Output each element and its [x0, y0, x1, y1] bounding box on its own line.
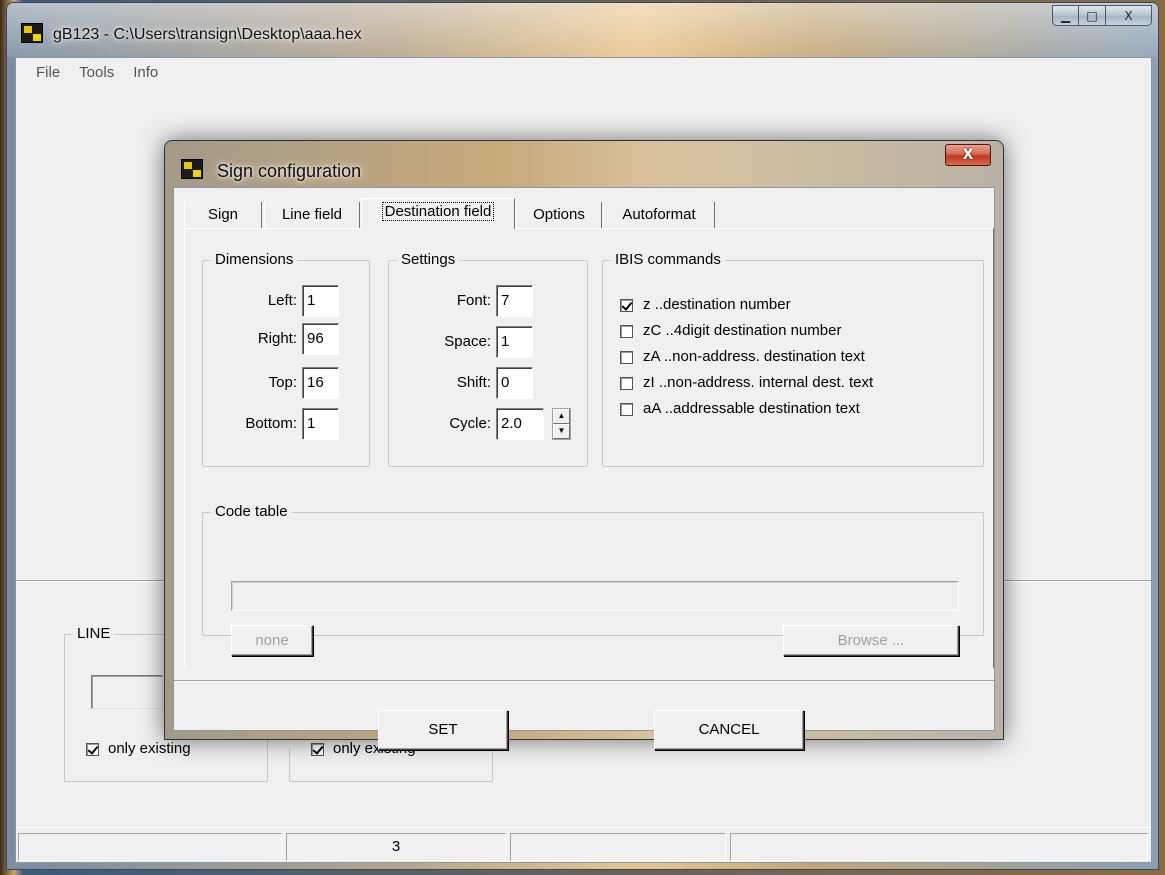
tab-destination-field[interactable]: Destination field [361, 198, 515, 229]
ibis-commands-legend: IBIS commands [611, 251, 725, 268]
ibis-aa-checkbox[interactable] [620, 403, 633, 416]
sign-configuration-dialog: Sign configuration X Sign Line field Des… [164, 140, 1004, 750]
ibis-zc-label: zC ..4digit destination number [643, 322, 842, 339]
code-table-input [231, 581, 959, 611]
maximize-button[interactable]: □ [1079, 5, 1106, 26]
dialog-divider [174, 680, 994, 682]
line-only-existing-checkbox[interactable] [86, 743, 99, 756]
left-label: Left: [267, 292, 297, 309]
font-input[interactable]: 7 [496, 285, 533, 317]
code-table-legend: Code table [211, 503, 292, 520]
dialog-app-icon [181, 159, 203, 179]
bottom-input[interactable]: 1 [302, 408, 339, 440]
tab-line-field[interactable]: Line field [264, 202, 360, 228]
ibis-z-label: z ..destination number [643, 296, 791, 313]
right-input[interactable]: 96 [302, 323, 339, 355]
ibis-z-checkbox[interactable] [620, 299, 633, 312]
set-button[interactable]: SET [378, 710, 508, 750]
top-input[interactable]: 16 [302, 367, 339, 399]
status-panel-3 [510, 833, 726, 861]
cycle-input[interactable]: 2.0 [496, 408, 544, 440]
ibis-zi-checkbox[interactable] [620, 377, 633, 390]
app-icon [21, 23, 43, 43]
close-icon: X [1124, 8, 1133, 23]
line-only-existing-label: only existing [108, 740, 191, 757]
cycle-spinner: ▲ ▼ [552, 408, 571, 440]
minimize-button[interactable]: ▁ [1052, 5, 1079, 26]
top-label: Top: [268, 374, 297, 391]
space-label: Space: [444, 333, 491, 350]
destination-field-panel: Dimensions Left: 1 Right: 96 Top: 16 Bot… [184, 228, 994, 668]
cancel-button[interactable]: CANCEL [654, 710, 804, 750]
browse-button[interactable]: Browse ... [783, 625, 959, 656]
menu-info[interactable]: Info [123, 58, 167, 82]
dimensions-legend: Dimensions [211, 251, 298, 268]
cycle-label: Cycle: [449, 415, 491, 432]
font-label: Font: [456, 292, 491, 309]
close-icon: X [962, 147, 974, 163]
code-table-group: Code table [202, 503, 984, 636]
line-group-legend: LINE [73, 625, 115, 642]
minimize-icon: ▁ [1060, 8, 1071, 23]
tab-sign[interactable]: Sign [184, 202, 262, 228]
shift-input[interactable]: 0 [496, 367, 533, 399]
window-controls: ▁ □ X [1052, 5, 1152, 27]
maximize-icon: □ [1086, 8, 1098, 23]
dialog-client-area: Sign Line field Destination field Option… [173, 187, 995, 750]
settings-legend: Settings [397, 251, 460, 268]
second-only-existing-checkbox[interactable] [311, 743, 324, 756]
bottom-label: Bottom: [245, 415, 297, 432]
line-input[interactable] [91, 675, 163, 709]
ibis-zi-label: zI ..non-address. internal dest. text [643, 374, 874, 391]
tabstrip: Sign Line field Destination field Option… [184, 198, 984, 229]
close-button[interactable]: X [1106, 5, 1152, 26]
right-label: Right: [257, 330, 297, 347]
ibis-za-label: zA ..non-address. destination text [643, 348, 865, 365]
none-button[interactable]: none [231, 625, 313, 656]
main-window-title: gB123 - C:\Users\transign\Desktop\aaa.he… [53, 26, 362, 43]
status-panel-2: 3 [286, 833, 506, 861]
menu-file[interactable]: File [16, 58, 69, 82]
menu-tools[interactable]: Tools [69, 58, 123, 82]
ibis-zc-checkbox[interactable] [620, 325, 633, 338]
tab-options[interactable]: Options [516, 202, 602, 228]
spin-up-icon[interactable]: ▲ [553, 409, 570, 424]
dialog-close-button[interactable]: X [945, 144, 991, 166]
ibis-aa-label: aA ..addressable destination text [643, 400, 860, 417]
space-input[interactable]: 1 [496, 326, 533, 358]
shift-label: Shift: [456, 374, 491, 391]
left-input[interactable]: 1 [302, 285, 339, 317]
ibis-za-checkbox[interactable] [620, 351, 633, 364]
status-panel-1 [18, 833, 282, 861]
spin-down-icon[interactable]: ▼ [553, 424, 570, 439]
menubar: File Tools Info [16, 58, 1151, 82]
dialog-title: Sign configuration [217, 161, 362, 181]
statusbar: 3 [16, 827, 1151, 862]
status-panel-4 [730, 833, 1148, 861]
tab-autoformat[interactable]: Autoformat [603, 202, 715, 228]
